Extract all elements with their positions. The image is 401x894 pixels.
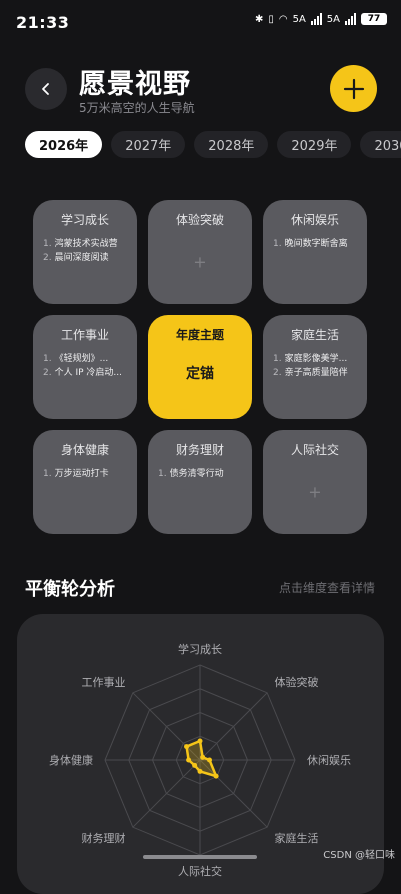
watermark: CSDN @轻口味 bbox=[323, 850, 395, 861]
card-social[interactable]: 人际社交 + bbox=[263, 430, 367, 534]
radar-point bbox=[186, 757, 192, 763]
card-item: 1. 万步运动打卡 bbox=[43, 469, 109, 479]
section-title: 平衡轮分析 bbox=[25, 579, 115, 600]
wifi-icon: ◠ bbox=[278, 13, 288, 25]
card-experience[interactable]: 体验突破 + bbox=[148, 200, 252, 304]
card-title: 身体健康 bbox=[60, 443, 109, 457]
card-work[interactable]: 工作事业 1. 《轻规划》... 2. 个人 IP 冷启动... bbox=[33, 315, 137, 419]
card-item: 1. 《轻规划》... bbox=[43, 354, 109, 364]
status-time: 21:33 bbox=[16, 13, 70, 32]
card-leisure[interactable]: 休闲娱乐 1. 晚间数字断舍离 bbox=[263, 200, 367, 304]
card-title: 体验突破 bbox=[175, 213, 224, 227]
radar-point bbox=[213, 773, 219, 779]
radar-axis-label[interactable]: 工作事业 bbox=[82, 674, 126, 690]
card-item: 1. 晚间数字断舍离 bbox=[273, 239, 348, 249]
card-title: 休闲娱乐 bbox=[290, 213, 339, 227]
card-item: 1. 债务清零行动 bbox=[158, 469, 224, 479]
radar-axis-label[interactable]: 人际社交 bbox=[178, 863, 222, 879]
radar-point bbox=[207, 757, 212, 763]
home-indicator[interactable] bbox=[143, 855, 257, 859]
radar-point bbox=[192, 762, 198, 768]
radar-axis-label[interactable]: 身体健康 bbox=[49, 752, 93, 768]
card-family[interactable]: 家庭生活 1. 家庭影像美学... 2. 亲子高质量陪伴 bbox=[263, 315, 367, 419]
card-title: 人际社交 bbox=[290, 443, 339, 457]
signal-label-2: 5A bbox=[326, 13, 340, 25]
radar-axis-label[interactable]: 财务理财 bbox=[82, 830, 126, 846]
radar-axis-label[interactable]: 休闲娱乐 bbox=[307, 752, 351, 768]
card-finance[interactable]: 财务理财 1. 债务清零行动 bbox=[148, 430, 252, 534]
plus-icon: + bbox=[308, 482, 322, 502]
card-item: 2. 晨间深度阅读 bbox=[43, 253, 109, 263]
radar-point bbox=[197, 738, 203, 744]
card-item: 2. 亲子高质量陪伴 bbox=[273, 368, 348, 378]
back-button[interactable] bbox=[25, 68, 67, 110]
radar-axis-label[interactable]: 学习成长 bbox=[178, 641, 222, 657]
tab-2030[interactable]: 2030年 bbox=[360, 131, 401, 158]
tab-2028[interactable]: 2028年 bbox=[194, 131, 269, 158]
battery-icon: 77 bbox=[361, 13, 387, 25]
status-icons: ✱ ▯ ◠ 5A 5A 77 bbox=[255, 13, 387, 25]
signal-icon bbox=[345, 13, 356, 25]
signal-label-1: 5A bbox=[292, 13, 306, 25]
chevron-left-icon bbox=[42, 83, 49, 95]
card-title: 家庭生活 bbox=[290, 328, 339, 342]
bluetooth-icon: ✱ bbox=[254, 13, 264, 25]
plus-icon bbox=[343, 78, 364, 99]
card-title: 年度主题 bbox=[175, 328, 224, 342]
radar-point bbox=[200, 754, 206, 760]
card-item: 2. 个人 IP 冷启动... bbox=[43, 368, 122, 378]
card-title: 工作事业 bbox=[60, 328, 109, 342]
card-item: 1. 鸿蒙技术实战营 bbox=[43, 239, 118, 249]
tab-2026[interactable]: 2026年 bbox=[25, 131, 103, 158]
card-annual-theme[interactable]: 年度主题 定锚 bbox=[148, 315, 252, 419]
vibrate-icon: ▯ bbox=[268, 13, 274, 25]
add-button[interactable] bbox=[330, 65, 377, 112]
plus-icon: + bbox=[193, 252, 207, 272]
tab-2029[interactable]: 2029年 bbox=[277, 131, 352, 158]
radar-point bbox=[184, 744, 190, 750]
year-tabs: 2026年 2027年 2028年 2029年 2030年 bbox=[25, 131, 401, 159]
radar-axis-label[interactable]: 家庭生活 bbox=[274, 830, 318, 846]
card-title: 学习成长 bbox=[60, 213, 109, 227]
page-title: 愿景视野 bbox=[79, 69, 191, 100]
section-hint[interactable]: 点击维度查看详情 bbox=[279, 579, 375, 596]
card-study[interactable]: 学习成长 1. 鸿蒙技术实战营 2. 晨间深度阅读 bbox=[33, 200, 137, 304]
card-health[interactable]: 身体健康 1. 万步运动打卡 bbox=[33, 430, 137, 534]
page-subtitle: 5万米高空的人生导航 bbox=[79, 101, 195, 115]
status-bar: 21:33 ✱ ▯ ◠ 5A 5A 77 bbox=[0, 0, 401, 46]
tab-2027[interactable]: 2027年 bbox=[111, 131, 186, 158]
signal-icon bbox=[310, 13, 322, 25]
card-item: 1. 家庭影像美学... bbox=[273, 354, 348, 364]
annual-theme-value: 定锚 bbox=[186, 366, 214, 382]
radar-axis-label[interactable]: 体验突破 bbox=[274, 674, 318, 690]
radar-point bbox=[197, 768, 203, 774]
card-title: 财务理财 bbox=[175, 443, 224, 457]
